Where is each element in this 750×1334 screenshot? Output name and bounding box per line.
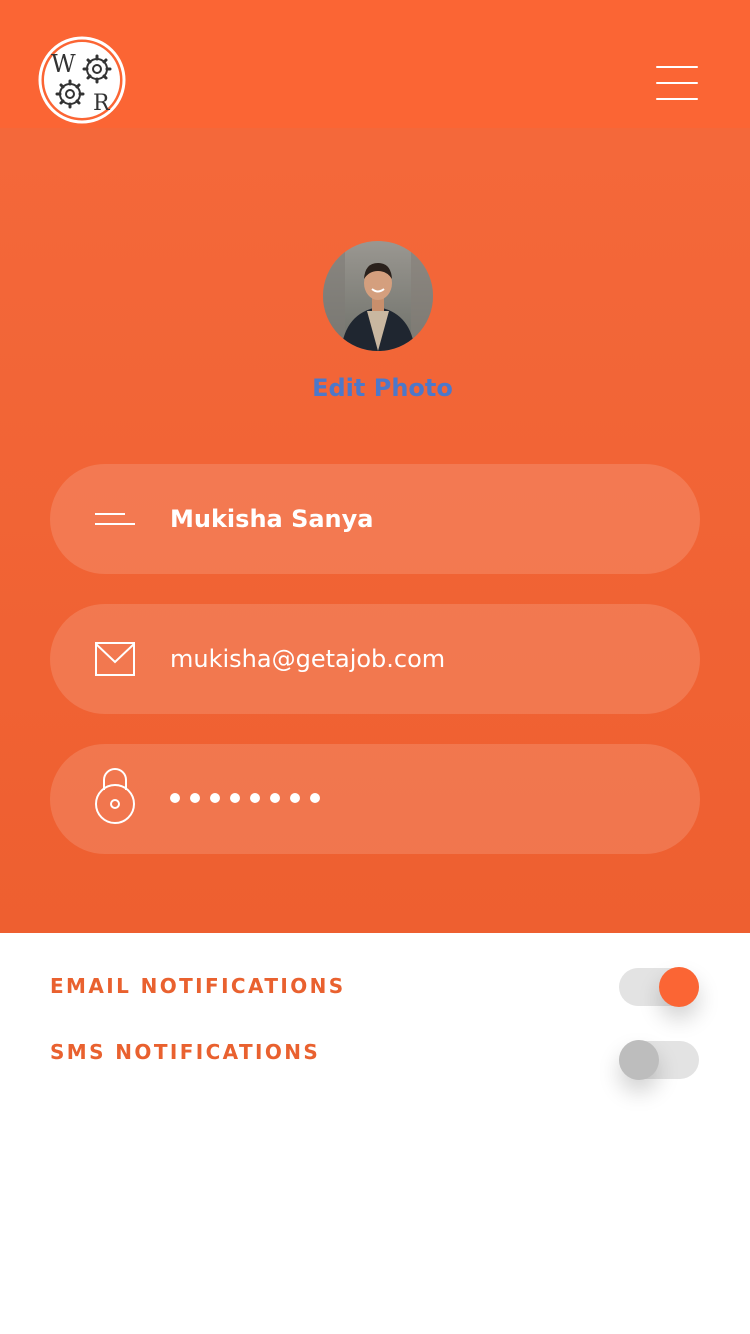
menu-line-1 <box>656 66 698 68</box>
hamburger-menu-icon[interactable] <box>650 60 704 106</box>
toggle-knob <box>619 1040 659 1080</box>
email-notifications-label: EMAIL NOTIFICATIONS <box>50 974 346 998</box>
menu-line-2 <box>656 82 698 84</box>
sms-notifications-label: SMS NOTIFICATIONS <box>50 1040 321 1064</box>
password-dot <box>190 793 200 803</box>
avatar-photo <box>323 241 433 351</box>
password-dot <box>310 793 320 803</box>
password-dot <box>290 793 300 803</box>
gears-logo[interactable]: W R <box>38 36 126 124</box>
edit-photo-link[interactable]: Edit Photo <box>250 374 515 402</box>
name-value: Mukisha Sanya <box>170 505 374 533</box>
app-header: W R <box>0 0 750 128</box>
svg-text:W: W <box>51 50 76 78</box>
password-dot <box>210 793 220 803</box>
password-dot <box>170 793 180 803</box>
password-dot <box>250 793 260 803</box>
name-lines-icon <box>95 513 135 525</box>
toggle-knob <box>659 967 699 1007</box>
email-value: mukisha@getajob.com <box>170 645 446 673</box>
name-field[interactable]: Mukisha Sanya <box>50 464 700 574</box>
password-dot <box>270 793 280 803</box>
sms-notifications-toggle[interactable] <box>619 1040 699 1080</box>
password-field[interactable] <box>50 744 700 854</box>
lock-icon <box>95 768 135 824</box>
avatar[interactable] <box>323 241 433 351</box>
svg-text:R: R <box>93 91 111 116</box>
email-notifications-toggle[interactable] <box>619 967 699 1007</box>
mail-icon <box>95 642 135 676</box>
menu-line-3 <box>656 98 698 100</box>
email-field[interactable]: mukisha@getajob.com <box>50 604 700 714</box>
password-dot <box>230 793 240 803</box>
password-mask <box>170 793 330 805</box>
